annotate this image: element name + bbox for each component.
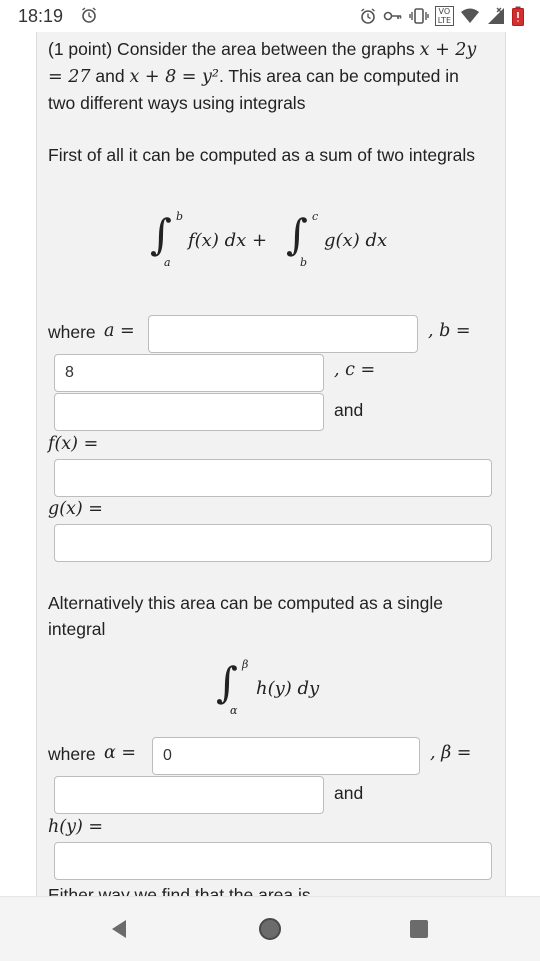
lower-limit-b: b	[300, 256, 308, 269]
integrand-f: f(x) dx +	[188, 230, 268, 251]
alpha-input[interactable]	[152, 737, 420, 775]
upper-limit-b: b	[176, 210, 184, 223]
var-c-label: , c =	[334, 360, 376, 380]
and-text: and	[95, 66, 125, 86]
integrand-g: g(x) dx	[324, 230, 388, 251]
lower-limit-alpha: α	[230, 704, 238, 717]
gx-label: g(x) =	[48, 499, 103, 519]
volte-icon: VO LTE	[434, 6, 454, 26]
fx-input[interactable]	[54, 459, 492, 497]
equation-parabola: x + 8 = y²	[129, 67, 219, 87]
fx-label: f(x) =	[48, 434, 99, 454]
upper-limit-c: c	[312, 210, 319, 223]
back-button[interactable]	[103, 913, 135, 945]
var-b-label: , b =	[428, 321, 471, 341]
c-input[interactable]	[54, 393, 324, 431]
final-text: Either way we find that the area is	[48, 885, 311, 896]
part2-text: Alternatively this area can be computed …	[48, 593, 443, 639]
integral-sign: ∫	[150, 210, 172, 259]
b-input[interactable]	[54, 354, 324, 392]
var-beta-label: , β =	[430, 743, 472, 763]
signal-icon	[486, 7, 506, 25]
integral-sign-3: ∫	[216, 658, 238, 707]
beta-input[interactable]	[54, 776, 324, 814]
volte-top-text: VO	[438, 7, 451, 16]
lower-limit-a: a	[164, 256, 171, 269]
integral-sign-2: ∫	[286, 210, 308, 259]
intro-prefix: (1 point) Consider the area between the …	[48, 39, 415, 59]
content-area[interactable]: (1 point) Consider the area between the …	[0, 32, 540, 896]
status-time: 18:19	[18, 6, 64, 26]
recents-button[interactable]	[403, 913, 435, 945]
single-integral-formula: ∫ β α h(y) dy	[216, 656, 356, 720]
key-icon	[383, 9, 403, 23]
volte-bottom-text: LTE	[437, 16, 451, 25]
back-icon	[112, 920, 126, 938]
integrand-h: h(y) dy	[256, 678, 320, 699]
alarm-icon	[80, 6, 98, 24]
sum-integrals-formula: ∫ b a f(x) dx + ∫ c b g(x) dx	[150, 208, 410, 272]
home-button[interactable]	[254, 913, 286, 945]
var-a-label: a =	[104, 321, 135, 341]
problem-intro: (1 point) Consider the area between the …	[48, 36, 488, 116]
a-input[interactable]	[148, 315, 418, 353]
alarm-icon	[359, 7, 377, 25]
var-alpha-label: α =	[104, 743, 137, 763]
vibrate-icon	[409, 7, 429, 25]
and-label-2: and	[334, 783, 364, 803]
and-label: and	[334, 400, 364, 420]
hy-input[interactable]	[54, 842, 492, 880]
recents-icon	[410, 920, 428, 938]
where-alpha-label: where	[48, 744, 96, 764]
where-label: where	[48, 322, 96, 342]
status-icons: VO LTE	[359, 5, 524, 27]
home-icon	[259, 918, 281, 940]
status-bar: 18:19 VO LTE	[0, 0, 540, 32]
hy-label: h(y) =	[48, 817, 104, 837]
navigation-bar	[0, 896, 540, 961]
part1-text: First of all it can be computed as a sum…	[48, 145, 475, 165]
wifi-icon	[460, 8, 480, 24]
battery-icon	[512, 6, 524, 26]
gx-input[interactable]	[54, 524, 492, 562]
upper-limit-beta: β	[242, 658, 249, 671]
